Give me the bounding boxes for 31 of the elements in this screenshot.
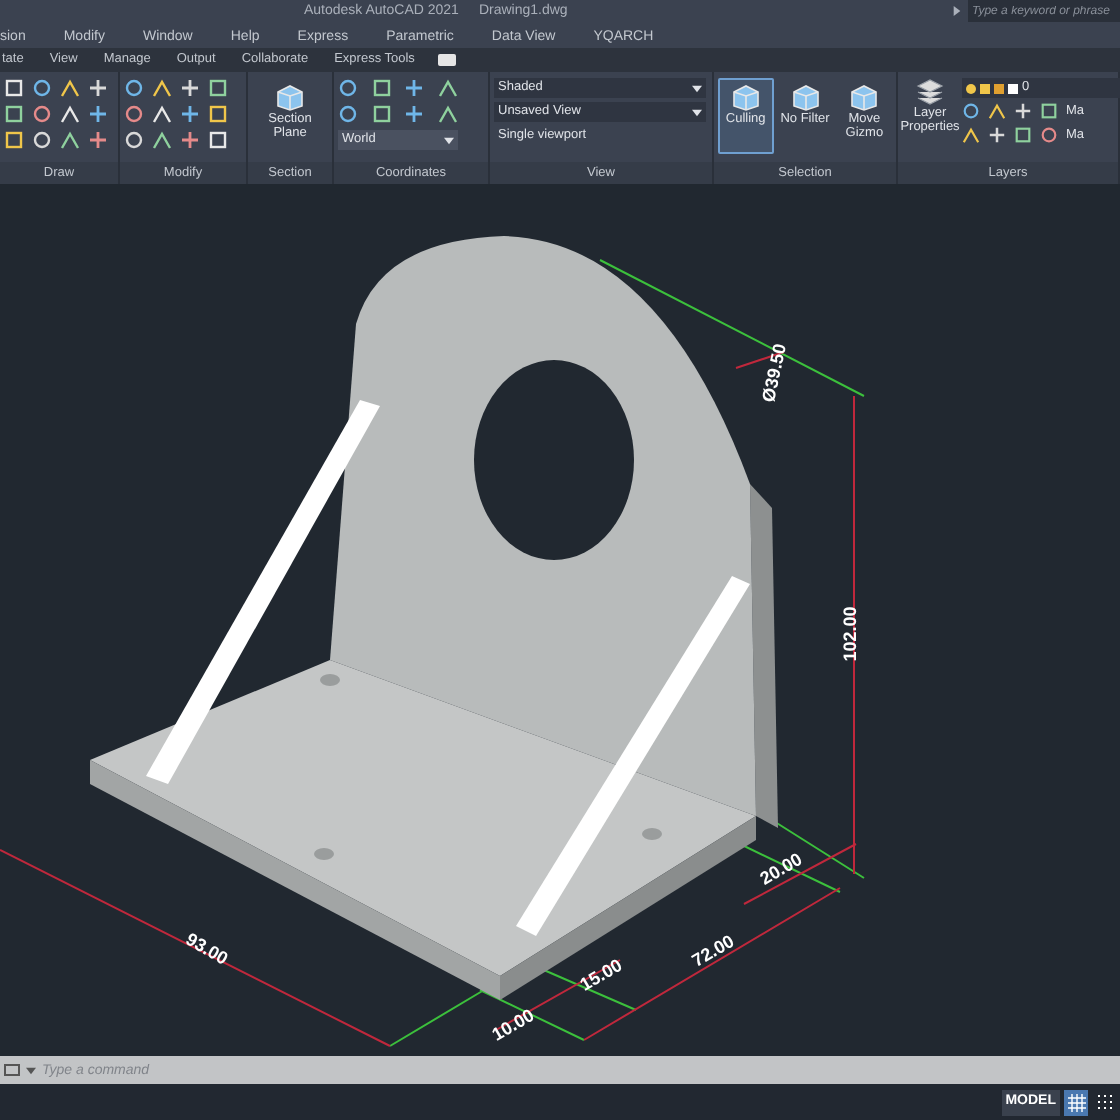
snap-icon[interactable] [1095, 1093, 1113, 1111]
tool-icon[interactable] [180, 78, 200, 98]
dropdown-arrow-icon [444, 135, 454, 145]
tool-icon[interactable] [180, 104, 200, 124]
dimension-label: Ø39.50 [758, 341, 791, 404]
dropdown-arrow-icon [692, 83, 702, 93]
tool-icon[interactable] [88, 78, 108, 98]
layer-tool-icon[interactable] [1014, 102, 1032, 121]
grid-toggle[interactable] [1064, 1089, 1088, 1115]
bulb-icon [966, 83, 976, 93]
axis-tool-icon[interactable] [404, 104, 424, 124]
layers-icon [916, 78, 944, 106]
tool-icon[interactable] [180, 130, 200, 150]
tool-icon[interactable] [88, 130, 108, 150]
command-window-icon[interactable] [4, 1064, 20, 1076]
cube-icon [848, 82, 881, 112]
dimension-label: 102.00 [840, 606, 860, 662]
axis-tool-icon[interactable] [404, 78, 424, 98]
caret-icon[interactable] [26, 1065, 36, 1075]
expand-arrow-icon[interactable] [952, 6, 962, 16]
cube-icon [789, 82, 821, 112]
sun-icon [980, 83, 990, 93]
layer-tool-icon[interactable] [988, 126, 1006, 145]
workspace-icon[interactable] [438, 54, 457, 66]
grid-icon [1067, 1093, 1085, 1111]
tool-icon[interactable] [88, 104, 108, 124]
cube-icon [729, 82, 762, 112]
cube-icon [274, 82, 306, 112]
color-swatch-icon [1008, 83, 1018, 93]
dropdown-arrow-icon [692, 107, 702, 117]
lock-icon [994, 83, 1004, 93]
